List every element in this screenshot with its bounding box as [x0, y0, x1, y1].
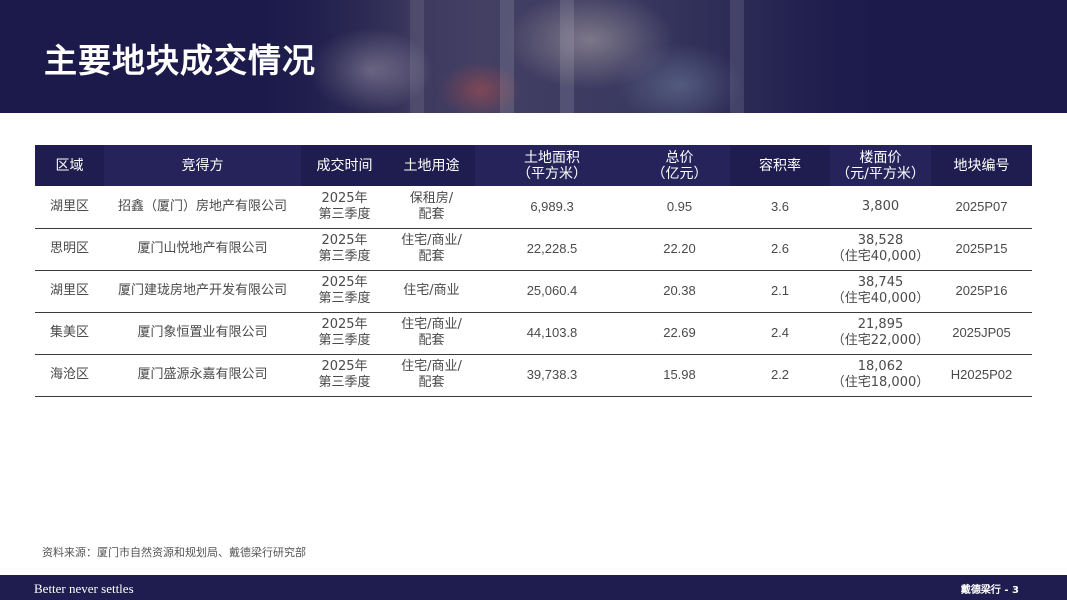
- cell-district: 湖里区: [35, 270, 104, 313]
- table-row: 湖里区 招鑫（厦门）房地产有限公司 2025年 第三季度 保租房/ 配套 6,9…: [35, 186, 1032, 229]
- cell-land-use: 住宅/商业: [388, 270, 475, 313]
- cell-area: 6,989.3: [475, 186, 629, 229]
- cell-date: 2025年 第三季度: [301, 312, 388, 355]
- cell-total-price: 0.95: [629, 186, 730, 229]
- cell-date: 2025年 第三季度: [301, 270, 388, 313]
- cell-land-use: 住宅/商业/ 配套: [388, 312, 475, 355]
- cell-district: 集美区: [35, 312, 104, 355]
- cell-district: 海沧区: [35, 354, 104, 397]
- column-header: 土地用途: [403, 157, 460, 174]
- cell-parcel-id: 2025P16: [931, 270, 1032, 313]
- cell-winner: 招鑫（厦门）房地产有限公司: [104, 186, 301, 229]
- cell-winner: 厦门山悦地产有限公司: [104, 228, 301, 271]
- cell-parcel-id: 2025P07: [931, 186, 1032, 229]
- cell-total-price: 20.38: [629, 270, 730, 313]
- column-header: 容积率: [759, 157, 801, 174]
- cell-date: 2025年 第三季度: [301, 228, 388, 271]
- cell-floor-price: 21,895 （住宅22,000）: [830, 312, 931, 355]
- column-header: 地块编号: [953, 157, 1010, 174]
- column-header: 区域: [55, 157, 84, 174]
- table-row: 湖里区 厦门建珑房地产开发有限公司 2025年 第三季度 住宅/商业 25,06…: [35, 270, 1032, 313]
- column-header: 竞得方: [104, 145, 301, 186]
- brand-slogan: Better never settles: [34, 581, 134, 596]
- table-row: 思明区 厦门山悦地产有限公司 2025年 第三季度 住宅/商业/ 配套 22,2…: [35, 228, 1032, 271]
- header-banner: 主要地块成交情况: [0, 0, 1067, 113]
- cell-plot-ratio: 2.1: [730, 270, 830, 313]
- cell-floor-price: 38,528 （住宅40,000）: [830, 228, 931, 271]
- table-row: 海沧区 厦门盛源永嘉有限公司 2025年 第三季度 住宅/商业/ 配套 39,7…: [35, 354, 1032, 397]
- cell-district: 湖里区: [35, 186, 104, 229]
- cell-area: 44,103.8: [475, 312, 629, 355]
- cell-plot-ratio: 2.2: [730, 354, 830, 397]
- page-title: 主要地块成交情况: [44, 41, 316, 80]
- cell-district: 思明区: [35, 228, 104, 271]
- table-header-row: 区域 竞得方 成交时间 土地用途 土地面积 （平方米） 总价 （亿元） 容积率 …: [35, 145, 1032, 186]
- table-body: 湖里区 招鑫（厦门）房地产有限公司 2025年 第三季度 保租房/ 配套 6,9…: [35, 186, 1032, 397]
- cell-area: 39,738.3: [475, 354, 629, 397]
- cell-date: 2025年 第三季度: [301, 186, 388, 229]
- cell-area: 22,228.5: [475, 228, 629, 271]
- cell-total-price: 22.20: [629, 228, 730, 271]
- cell-floor-price: 38,745 （住宅40,000）: [830, 270, 931, 313]
- column-header: 土地面积 （平方米）: [475, 145, 629, 186]
- cell-floor-price: 3,800: [830, 186, 931, 229]
- cell-land-use: 住宅/商业/ 配套: [388, 228, 475, 271]
- cell-winner: 厦门象恒置业有限公司: [104, 312, 301, 355]
- cell-parcel-id: 2025JP05: [931, 312, 1032, 355]
- cell-plot-ratio: 3.6: [730, 186, 830, 229]
- cell-total-price: 15.98: [629, 354, 730, 397]
- column-header: 总价 （亿元）: [629, 145, 730, 186]
- cell-total-price: 22.69: [629, 312, 730, 355]
- footer-bar: Better never settles 戴德梁行 - 3: [0, 575, 1067, 600]
- cell-winner: 厦门盛源永嘉有限公司: [104, 354, 301, 397]
- cell-parcel-id: H2025P02: [931, 354, 1032, 397]
- cell-land-use: 住宅/商业/ 配套: [388, 354, 475, 397]
- cell-date: 2025年 第三季度: [301, 354, 388, 397]
- page-number: 戴德梁行 - 3: [960, 585, 1019, 596]
- column-header: 成交时间: [316, 157, 373, 174]
- column-header: 楼面价 （元/平方米）: [830, 145, 931, 186]
- cell-floor-price: 18,062 （住宅18,000）: [830, 354, 931, 397]
- cell-area: 25,060.4: [475, 270, 629, 313]
- cell-plot-ratio: 2.6: [730, 228, 830, 271]
- cell-parcel-id: 2025P15: [931, 228, 1032, 271]
- cell-plot-ratio: 2.4: [730, 312, 830, 355]
- cell-land-use: 保租房/ 配套: [388, 186, 475, 229]
- table-row: 集美区 厦门象恒置业有限公司 2025年 第三季度 住宅/商业/ 配套 44,1…: [35, 312, 1032, 355]
- source-note: 资料来源：厦门市自然资源和规划局、戴德梁行研究部: [42, 546, 306, 559]
- cell-winner: 厦门建珑房地产开发有限公司: [104, 270, 301, 313]
- land-transactions-table: 区域 竞得方 成交时间 土地用途 土地面积 （平方米） 总价 （亿元） 容积率 …: [35, 145, 1032, 397]
